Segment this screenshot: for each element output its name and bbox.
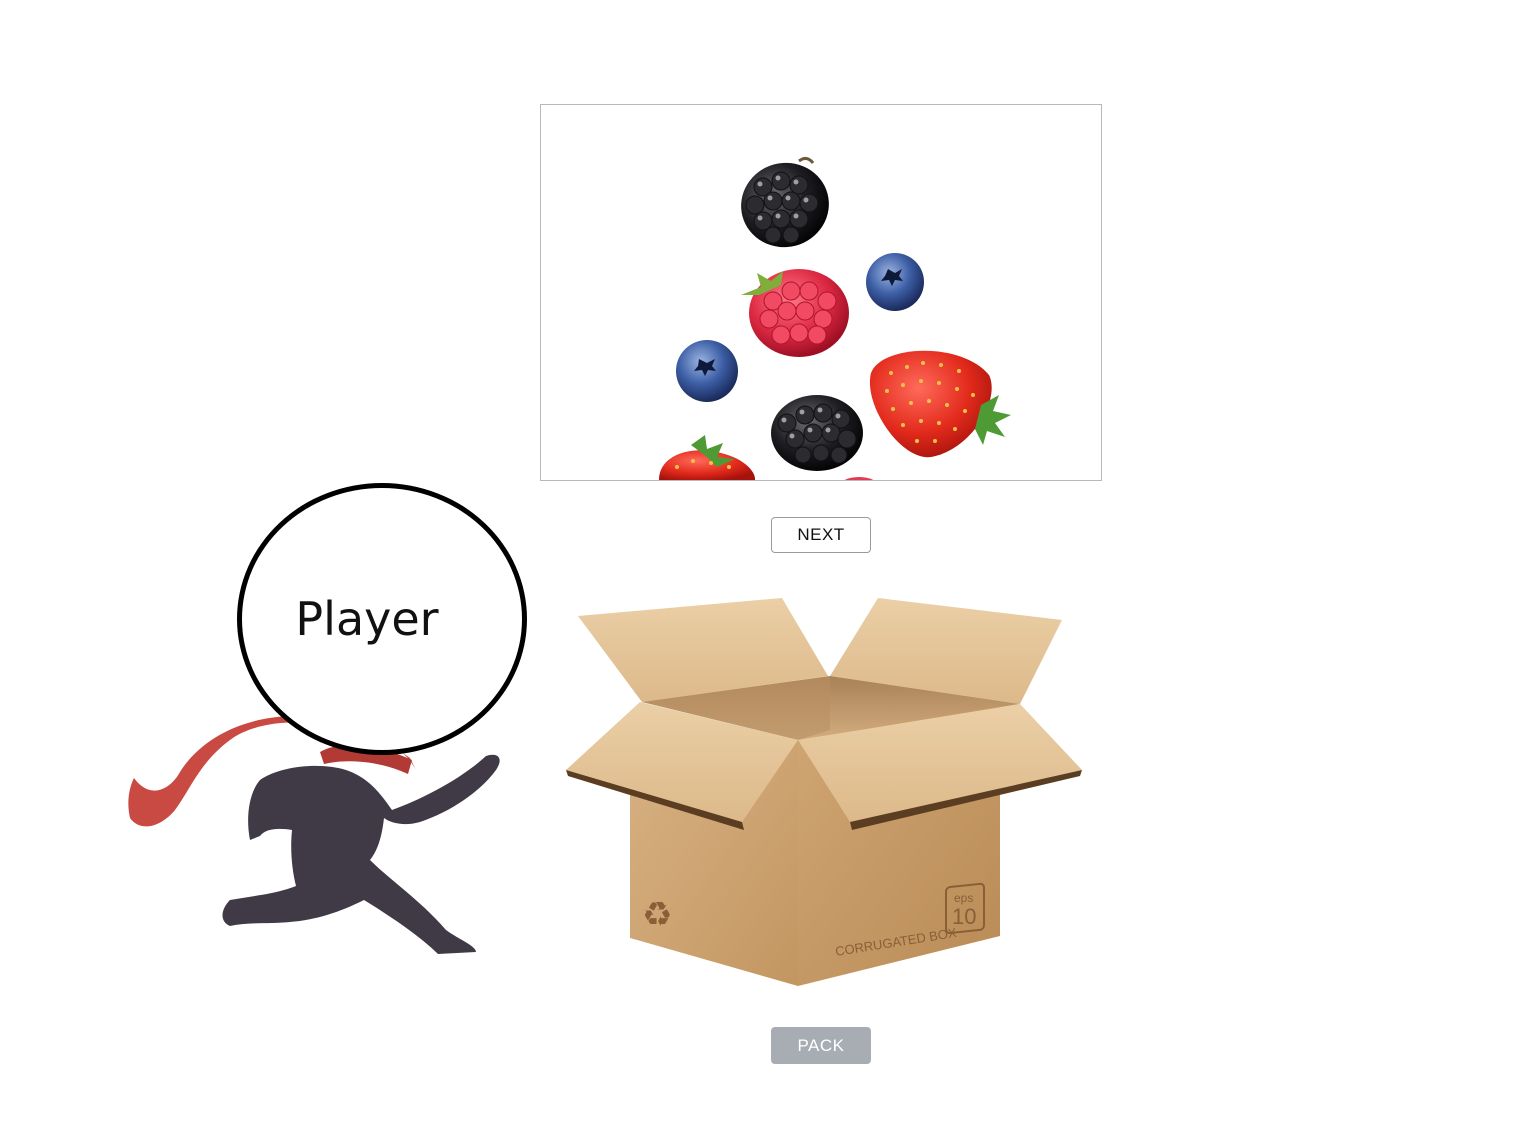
player-label: Player	[295, 592, 439, 646]
blueberry-right	[866, 253, 924, 311]
blackberry-top	[741, 156, 829, 248]
blueberry-left	[676, 340, 738, 402]
game-stage: NEXT Player ♻ eps 10 CORRUGATED BOX PACK	[0, 0, 1536, 1148]
raspberry-bottom-partial	[844, 477, 874, 480]
strawberry-right	[869, 350, 1011, 458]
eps-badge-top: eps	[954, 891, 973, 905]
pack-button[interactable]: PACK	[771, 1027, 871, 1064]
eps-badge-bottom: 10	[952, 904, 976, 929]
cardboard-box-icon: ♻ eps 10 CORRUGATED BOX	[566, 598, 1082, 986]
fruit-image	[540, 104, 1102, 481]
next-button[interactable]: NEXT	[771, 517, 871, 553]
recycle-icon: ♻	[642, 895, 672, 935]
blackberry-bottom	[771, 395, 863, 471]
strawberry-bottom	[659, 435, 756, 480]
raspberry	[741, 269, 849, 357]
player-circle[interactable]: Player	[237, 483, 527, 755]
runner-body-icon	[222, 754, 500, 954]
